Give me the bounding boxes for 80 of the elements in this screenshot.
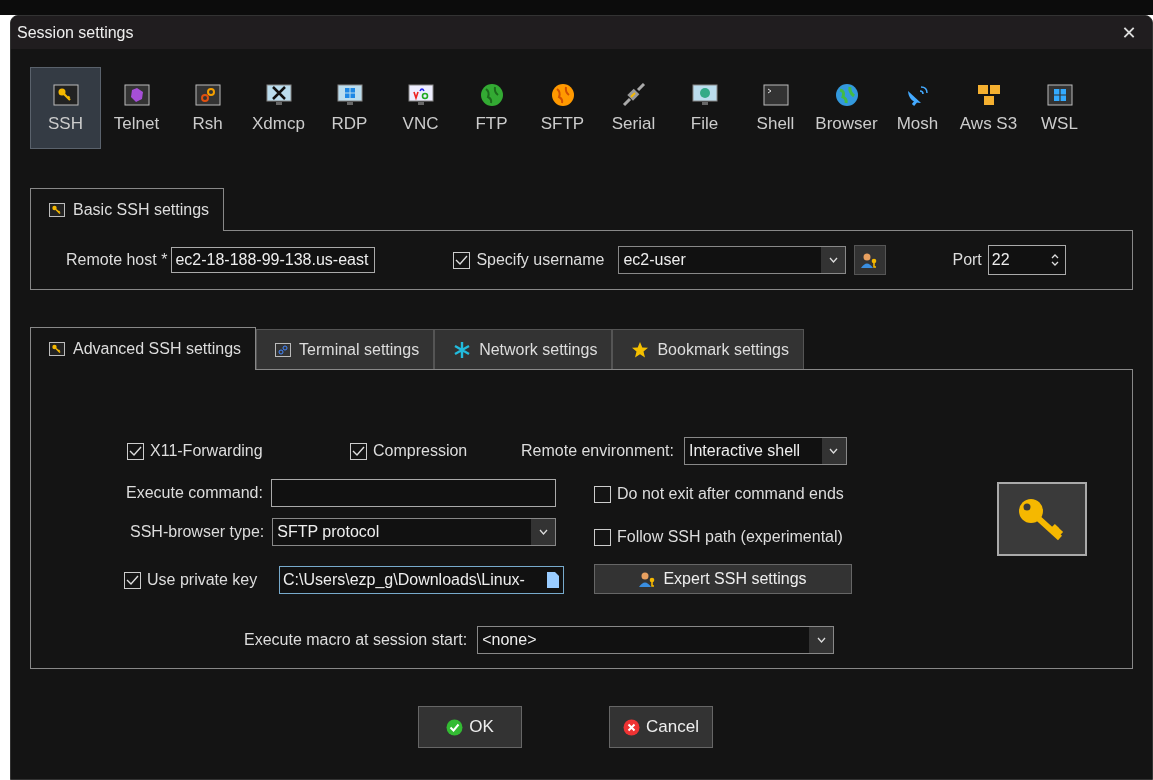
- asterisk-icon: [453, 340, 472, 359]
- remote-environment-dropdown[interactable]: Interactive shell: [683, 437, 847, 465]
- windows-icon: [1046, 84, 1073, 106]
- checkbox[interactable]: [350, 442, 367, 460]
- file-icon: [546, 571, 560, 589]
- checkbox[interactable]: [594, 528, 611, 546]
- globe-icon: [550, 83, 575, 107]
- monitor-icon: [691, 84, 718, 106]
- checkbox[interactable]: [594, 485, 611, 503]
- protocol-tab[interactable]: FTP: [456, 67, 527, 149]
- remote-environment-label: Remote environment:: [521, 442, 674, 460]
- execute-macro-dropdown[interactable]: <none>: [477, 626, 835, 654]
- cubes-icon: [975, 83, 1002, 107]
- settings-tab[interactable]: Network settings: [434, 329, 613, 369]
- protocol-tab[interactable]: Mosh: [882, 67, 953, 149]
- key-icon: [52, 84, 79, 106]
- plug-icon: [620, 83, 647, 107]
- cancel-button[interactable]: Cancel: [609, 706, 713, 748]
- key-button[interactable]: [997, 482, 1087, 556]
- user-key-button[interactable]: [854, 245, 887, 275]
- settings-tab[interactable]: Terminal settings: [256, 329, 435, 369]
- follow-ssh-path-checkbox[interactable]: Follow SSH path (experimental): [594, 528, 843, 546]
- caret-icon: [828, 257, 838, 263]
- monitor-icon: [336, 84, 363, 106]
- check-circle-icon: [446, 718, 464, 736]
- ok-button[interactable]: OK: [418, 706, 522, 748]
- caret-icon: [829, 448, 839, 454]
- caret-icon: [816, 637, 826, 643]
- protocol-tab[interactable]: WSL: [1024, 67, 1095, 149]
- protocol-tab[interactable]: Aws S3: [953, 67, 1024, 149]
- ssh-browser-type-dropdown[interactable]: SFTP protocol: [272, 518, 557, 546]
- settings-tab[interactable]: Bookmark settings: [612, 329, 804, 369]
- execute-command-field[interactable]: [270, 479, 556, 507]
- protocol-tab[interactable]: Serial: [598, 67, 669, 149]
- checkbox[interactable]: [127, 442, 144, 460]
- window-title: Session settings: [17, 23, 134, 42]
- specify-username-checkbox[interactable]: Specify username: [453, 251, 605, 269]
- close-button[interactable]: ✕: [1112, 18, 1146, 47]
- caret-icon: [538, 529, 548, 535]
- protocol-tab[interactable]: VNC: [385, 67, 456, 149]
- protocol-tab[interactable]: Rsh: [172, 67, 243, 149]
- protocol-tab[interactable]: File: [669, 67, 740, 149]
- protocol-tab[interactable]: Shell: [740, 67, 811, 149]
- protocol-tab[interactable]: Xdmcp: [243, 67, 314, 149]
- checkbox[interactable]: [453, 251, 471, 269]
- port-label: Port: [952, 251, 982, 269]
- execute-macro-label: Execute macro at session start:: [244, 631, 468, 649]
- cancel-circle-icon: [623, 718, 641, 736]
- protocol-tab[interactable]: SFTP: [527, 67, 598, 149]
- monitor-icon: [265, 84, 292, 106]
- remote-host-label: Remote host *: [66, 251, 168, 269]
- globe-icon: [834, 83, 859, 107]
- protocol-tab[interactable]: RDP: [314, 67, 385, 149]
- port-field[interactable]: 22: [987, 245, 1066, 275]
- settings-tab[interactable]: Basic SSH settings: [30, 188, 225, 231]
- protocol-tab[interactable]: Telnet: [101, 67, 172, 149]
- protocol-tab[interactable]: SSH: [30, 67, 101, 149]
- protocol-tab[interactable]: Browser: [811, 67, 882, 149]
- username-dropdown[interactable]: ec2-user: [618, 246, 847, 274]
- execute-command-label: Execute command:: [126, 484, 263, 502]
- ssh-browser-type-label: SSH-browser type:: [130, 523, 265, 541]
- x11-forwarding-checkbox[interactable]: X11-Forwarding: [127, 442, 263, 460]
- compression-checkbox[interactable]: Compression: [350, 442, 468, 460]
- expert-ssh-settings-button[interactable]: Expert SSH settings: [594, 564, 852, 594]
- use-private-key-checkbox[interactable]: Use private key: [124, 571, 258, 589]
- remote-host-field[interactable]: ec2-18-188-99-138.us-east: [171, 247, 376, 273]
- globe-icon: [479, 83, 504, 107]
- star-icon: [631, 340, 650, 359]
- terminal-icon: [762, 84, 789, 106]
- checkbox[interactable]: [124, 571, 141, 589]
- spinner-icon: [1050, 253, 1059, 267]
- key-icon: [49, 203, 65, 217]
- settings-tab[interactable]: Advanced SSH settings: [30, 327, 257, 370]
- terminal-icon: [275, 342, 292, 357]
- private-key-path-field[interactable]: C:\Users\ezp_g\Downloads\Linux-: [279, 566, 564, 594]
- gears-icon: [194, 84, 221, 106]
- gem-icon: [123, 84, 150, 106]
- do-not-exit-checkbox[interactable]: Do not exit after command ends: [594, 485, 844, 503]
- key-icon: [49, 342, 65, 356]
- monitor-icon: [407, 84, 434, 106]
